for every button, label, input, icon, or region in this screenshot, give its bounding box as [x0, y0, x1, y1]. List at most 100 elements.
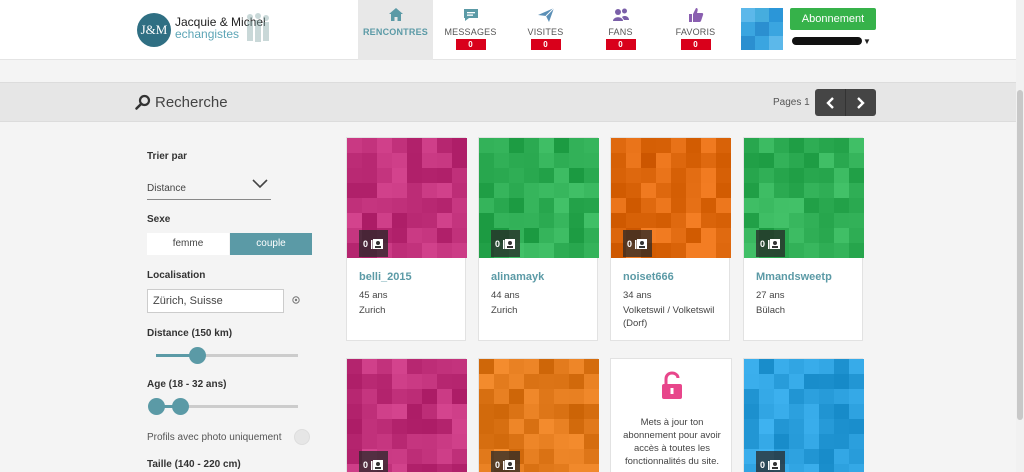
profile-age: 44 ans: [491, 290, 520, 301]
distance-label: Distance (150 km): [147, 328, 233, 339]
people-icon: [612, 8, 629, 21]
profile-name[interactable]: Mmandsweetp: [756, 271, 832, 283]
prev-page-button[interactable]: [815, 89, 845, 116]
nav-label: VISITES: [527, 27, 564, 37]
photo-count-badge: 0: [756, 451, 785, 472]
profile-photo[interactable]: 0: [744, 359, 864, 472]
nav-favoris[interactable]: FAVORIS 0: [658, 0, 733, 60]
thumbs-up-icon: [688, 8, 703, 22]
user-avatar[interactable]: [741, 8, 783, 50]
sex-option-femme[interactable]: femme: [147, 233, 229, 255]
profile-name[interactable]: alinamayk: [491, 271, 544, 283]
main-nav: RENCONTRES MESSAGES 0 VISITES 0 FANS 0 F…: [358, 0, 733, 60]
photo-count: 0: [760, 238, 766, 249]
favorites-count-badge: 0: [680, 39, 711, 50]
sort-select[interactable]: Distance: [147, 176, 271, 200]
pagination: [815, 89, 876, 116]
photo-count: 0: [760, 459, 766, 470]
profile-photo[interactable]: 0: [479, 359, 599, 472]
contact-card-icon: [768, 238, 781, 249]
profile-age: 27 ans: [756, 290, 785, 301]
distance-slider-handle[interactable]: [189, 347, 206, 364]
nav-label: MESSAGES: [444, 27, 497, 37]
photo-count-badge: 0: [491, 230, 520, 257]
profile-name[interactable]: belli_2015: [359, 271, 412, 283]
nav-label: FANS: [608, 27, 633, 37]
profile-card[interactable]: 0: [346, 358, 467, 472]
visits-count-badge: 0: [530, 39, 561, 50]
next-page-button[interactable]: [845, 89, 875, 116]
sort-value: Distance: [147, 183, 186, 194]
fans-count-badge: 0: [605, 39, 636, 50]
contact-card-icon: [371, 238, 384, 249]
photo-count-badge: 0: [756, 230, 785, 257]
sex-option-couple[interactable]: couple: [230, 233, 312, 255]
profile-name[interactable]: noiset666: [623, 271, 674, 283]
age-slider[interactable]: [148, 398, 298, 415]
photo-only-label: Profils avec photo uniquement: [147, 432, 282, 443]
profile-card[interactable]: 0 noiset666 34 ans Volketswil / Volketsw…: [610, 137, 731, 341]
profile-card[interactable]: 0 alinamayk 44 ans Zurich: [478, 137, 599, 341]
photo-count: 0: [363, 459, 369, 470]
subscribe-button[interactable]: Abonnement: [790, 8, 876, 30]
search-toolbar: Recherche Pages 1: [0, 82, 1016, 122]
profile-city: Zurich: [491, 305, 518, 316]
photo-count-badge: 0: [623, 230, 652, 257]
sort-label: Trier par: [147, 151, 188, 162]
age-max-handle[interactable]: [172, 398, 189, 415]
photo-count-badge: 0: [359, 230, 388, 257]
photo-only-toggle[interactable]: [294, 429, 310, 445]
user-menu-caret-icon[interactable]: ▼: [863, 37, 871, 46]
chat-icon: [463, 9, 478, 21]
photo-count: 0: [627, 238, 633, 249]
nav-label: RENCONTRES: [362, 27, 428, 37]
photo-count: 0: [495, 459, 501, 470]
logo-tagline: echangistes: [175, 27, 240, 41]
distance-slider[interactable]: [156, 347, 298, 364]
send-icon: [537, 7, 554, 22]
pages-indicator: Pages 1: [773, 97, 810, 108]
profile-photo[interactable]: 0: [347, 138, 467, 258]
nav-label: FAVORIS: [675, 27, 716, 37]
profile-city: Bülach: [756, 305, 786, 316]
contact-card-icon: [635, 238, 648, 249]
age-label: Age (18 - 32 ans): [147, 379, 227, 390]
nav-messages[interactable]: MESSAGES 0: [433, 0, 508, 60]
scrollbar-thumb[interactable]: [1017, 90, 1023, 420]
chevron-left-icon: [826, 96, 834, 109]
messages-count-badge: 0: [455, 39, 486, 50]
location-label: Localisation: [147, 270, 206, 281]
profile-city: Zurich: [359, 305, 386, 316]
page-scrollbar[interactable]: [1016, 0, 1024, 472]
nav-fans[interactable]: FANS 0: [583, 0, 658, 60]
site-logo[interactable]: J&M Jacquie & Michel echangistes: [137, 12, 277, 48]
contact-card-icon: [768, 459, 781, 470]
upgrade-promo-card[interactable]: Mets à jour ton abonnement pour avoir ac…: [610, 358, 732, 472]
age-min-handle[interactable]: [148, 398, 165, 415]
profile-photo[interactable]: 0: [479, 138, 599, 258]
page-title: Recherche: [155, 94, 228, 111]
top-header: J&M Jacquie & Michel echangistes RENCONT…: [0, 0, 1016, 60]
profile-card[interactable]: 0 belli_2015 45 ans Zurich: [346, 137, 467, 341]
sex-label: Sexe: [147, 214, 171, 225]
search-icon: [135, 94, 151, 110]
profile-card[interactable]: 0: [478, 358, 599, 472]
profile-card[interactable]: 0: [743, 358, 864, 472]
profile-photo[interactable]: 0: [347, 359, 467, 472]
locate-icon[interactable]: [291, 295, 301, 305]
profile-photo[interactable]: 0: [611, 138, 731, 258]
promo-text: Mets à jour ton abonnement pour avoir ac…: [623, 417, 721, 467]
location-input[interactable]: [147, 289, 284, 313]
height-label: Taille (140 - 220 cm): [147, 459, 241, 470]
contact-card-icon: [371, 459, 384, 470]
profile-photo[interactable]: 0: [744, 138, 864, 258]
nav-rencontres[interactable]: RENCONTRES: [358, 0, 433, 60]
home-icon: [388, 8, 403, 21]
profile-age: 34 ans: [623, 290, 652, 301]
photo-count: 0: [495, 238, 501, 249]
profile-card[interactable]: 0 Mmandsweetp 27 ans Bülach: [743, 137, 864, 341]
photo-count-badge: 0: [491, 451, 520, 472]
chevron-right-icon: [856, 96, 865, 109]
nav-visites[interactable]: VISITES 0: [508, 0, 583, 60]
user-name-redacted[interactable]: [792, 37, 862, 45]
